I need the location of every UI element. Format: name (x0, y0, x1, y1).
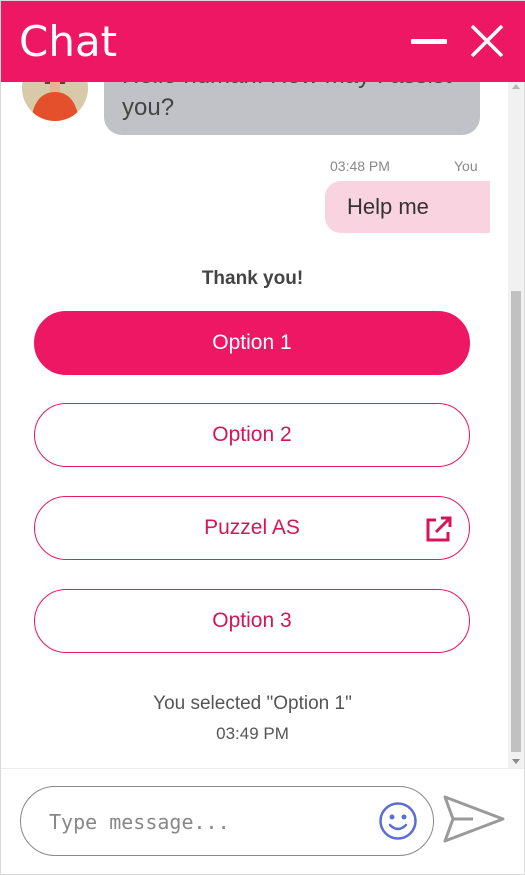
scrollbar-thumb[interactable] (511, 291, 521, 752)
user-message-bubble: Help me (325, 181, 490, 233)
bot-avatar (21, 82, 89, 122)
selection-confirmation: You selected "Option 1" (153, 693, 352, 714)
emoji-icon (379, 802, 417, 840)
bot-message-bubble: Hello human. How may I assist you? (104, 82, 480, 135)
puzzel-link-button[interactable]: Puzzel AS (34, 496, 470, 560)
send-icon (443, 795, 505, 843)
user-message-timestamp: 03:48 PM (330, 158, 390, 174)
message-composer (1, 768, 524, 875)
bot-message-line-2: you? (122, 94, 175, 121)
option-3-button[interactable]: Option 3 (34, 589, 470, 653)
bot-message-line-1: Hello human. How may I assist (122, 82, 462, 92)
external-link-icon (426, 516, 452, 542)
puzzel-link-label: Puzzel AS (204, 516, 300, 539)
minimize-button[interactable] (409, 21, 449, 61)
send-button[interactable] (441, 793, 507, 845)
message-input[interactable] (47, 805, 371, 839)
close-icon (470, 24, 504, 58)
selection-timestamp: 03:49 PM (216, 724, 289, 743)
chat-window: Chat you? 03:48 PM You Help me Thank you… (0, 0, 525, 875)
option-2-label: Option 2 (212, 423, 292, 446)
option-1-button[interactable]: Option 1 (34, 311, 470, 375)
message-input-container (20, 786, 434, 856)
chat-title: Chat (19, 17, 118, 66)
chat-header: Chat (1, 1, 525, 82)
close-button[interactable] (469, 23, 505, 59)
minimize-icon (411, 39, 447, 44)
emoji-button[interactable] (378, 801, 418, 841)
option-2-button[interactable]: Option 2 (34, 403, 470, 467)
message-list[interactable]: Hello human. How may I assist you? 03:48… (1, 82, 508, 767)
quick-replies-title: Thank you! (201, 268, 304, 289)
scroll-up-arrow-icon[interactable] (512, 84, 520, 89)
user-message-sender: You (454, 158, 478, 174)
message-scrollbar[interactable] (508, 82, 524, 768)
option-3-label: Option 3 (212, 609, 292, 632)
option-1-label: Option 1 (212, 331, 292, 354)
scroll-down-arrow-icon[interactable] (512, 759, 520, 764)
